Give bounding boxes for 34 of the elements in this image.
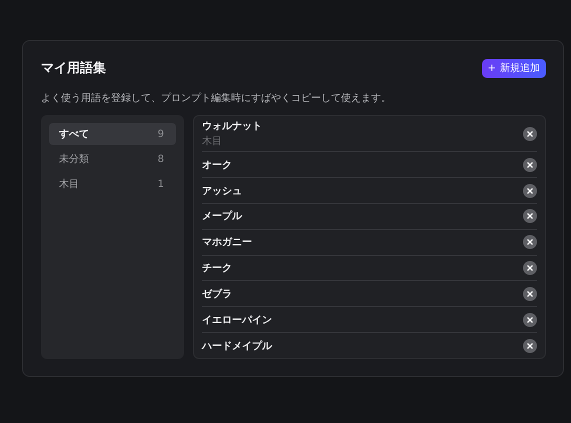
category-item[interactable]: すべて 9	[49, 123, 176, 145]
close-icon	[527, 290, 533, 297]
close-icon	[527, 342, 533, 349]
delete-button[interactable]	[523, 312, 537, 327]
term-name: チーク	[202, 262, 232, 276]
delete-button[interactable]	[523, 158, 537, 172]
close-icon	[527, 213, 533, 220]
page-title: マイ用語集	[41, 60, 106, 77]
delete-button[interactable]	[523, 209, 537, 224]
term-name: イエローパイン	[202, 314, 272, 327]
close-icon	[527, 162, 533, 168]
category-item[interactable]: 未分類 8	[49, 148, 176, 170]
delete-button[interactable]	[523, 235, 537, 250]
term-name: アッシュ	[202, 184, 242, 198]
term-name: オーク	[202, 158, 232, 172]
term-name: ゼブラ	[202, 288, 232, 301]
category-item[interactable]: 木目 1	[49, 173, 176, 195]
term-name: マホガニー	[202, 236, 252, 250]
term-category: 木目	[202, 134, 223, 148]
add-new-button[interactable]: + 新規追加	[482, 58, 546, 78]
delete-button[interactable]	[523, 184, 537, 198]
delete-button[interactable]	[523, 338, 537, 353]
close-icon	[527, 239, 533, 246]
term-name: メープル	[202, 209, 242, 224]
term-name: ウォルナット	[202, 120, 262, 134]
delete-button[interactable]	[523, 261, 537, 276]
delete-button[interactable]	[523, 126, 537, 141]
close-icon	[527, 265, 533, 272]
close-icon	[527, 130, 533, 137]
close-icon	[527, 188, 533, 194]
delete-button[interactable]	[523, 286, 537, 301]
term-name: ハードメイプル	[202, 339, 272, 353]
description-text: よく使う用語を登録して、プロンプト編集時にすばやくコピーして使えます。	[41, 92, 392, 105]
close-icon	[527, 316, 533, 323]
